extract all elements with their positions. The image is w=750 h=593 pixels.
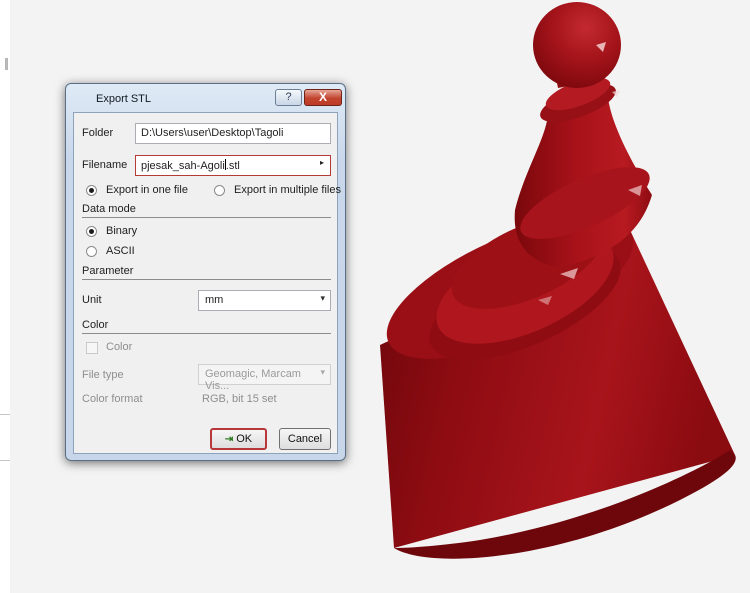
ascii-radio[interactable] [86, 246, 97, 257]
filename-text: pjesak_sah-Agoli [141, 160, 225, 172]
filename-input[interactable]: pjesak_sah-Agoli.stl ▸ [135, 155, 331, 176]
filename-extension: .stl [225, 160, 240, 172]
binary-label[interactable]: Binary [106, 225, 137, 237]
folder-value: D:\Users\user\Desktop\Tagoli [141, 127, 284, 139]
ok-button[interactable]: ⇥ OK [210, 428, 267, 450]
help-icon: ? [285, 91, 292, 103]
cancel-button[interactable]: Cancel [279, 428, 331, 450]
cancel-label: Cancel [287, 433, 323, 445]
filename-label: Filename [82, 159, 128, 171]
dialog-title: Export STL [96, 93, 152, 105]
data-mode-heading: Data mode [82, 203, 136, 215]
unit-label: Unit [82, 294, 102, 306]
folder-label: Folder [82, 127, 114, 139]
chevron-down-icon: ▾ [320, 293, 325, 303]
dialog-titlebar[interactable]: Export STL ? X [66, 84, 345, 110]
parameter-separator [82, 279, 331, 280]
export-stl-dialog: Export STL ? X Folder D:\Users\user\Desk… [65, 83, 346, 461]
export-one-file-radio[interactable] [86, 185, 97, 196]
unit-value: mm [205, 294, 224, 306]
parameter-heading: Parameter [82, 265, 134, 277]
ok-label: OK [236, 433, 253, 445]
color-format-label: Color format [82, 393, 143, 405]
unit-select[interactable]: mm ▾ [198, 290, 331, 311]
filename-history-arrow-icon[interactable]: ▸ [320, 158, 324, 167]
color-checkbox-label[interactable]: Color [106, 341, 132, 353]
color-checkbox[interactable] [86, 342, 98, 354]
color-format-value: RGB, bit 15 set [202, 393, 277, 405]
dialog-body: Folder D:\Users\user\Desktop\Tagoli File… [73, 112, 341, 454]
binary-radio[interactable] [86, 226, 97, 237]
color-separator [82, 333, 331, 334]
close-button[interactable]: X [304, 89, 342, 106]
close-icon: X [318, 90, 327, 104]
export-multiple-files-label[interactable]: Export in multiple files [234, 184, 341, 196]
export-one-file-label[interactable]: Export in one file [106, 184, 188, 196]
folder-input[interactable]: D:\Users\user\Desktop\Tagoli [135, 123, 331, 144]
file-type-select[interactable]: Geomagic, Marcam Vis... ▾ [198, 364, 331, 392]
ascii-label[interactable]: ASCII [106, 245, 135, 257]
color-heading: Color [82, 319, 109, 331]
chevron-down-icon: ▾ [320, 367, 325, 377]
ok-arrow-icon: ⇥ [224, 434, 234, 445]
file-type-label: File type [82, 369, 124, 381]
export-multiple-files-radio[interactable] [214, 185, 225, 196]
help-button[interactable]: ? [275, 89, 302, 106]
pawn-head [533, 2, 621, 88]
data-mode-separator [82, 217, 331, 218]
file-type-value: Geomagic, Marcam Vis... [205, 368, 301, 392]
